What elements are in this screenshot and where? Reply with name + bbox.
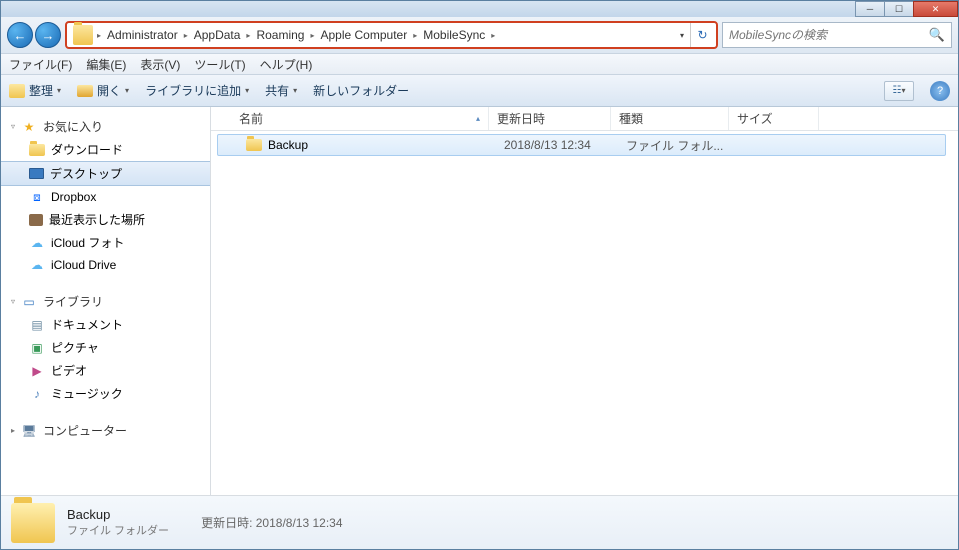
menu-bar: ファイル(F) 編集(E) 表示(V) ツール(T) ヘルプ(H) (1, 53, 958, 75)
details-modified: 更新日時: 2018/8/13 12:34 (201, 514, 342, 531)
menu-file[interactable]: ファイル(F) (9, 56, 72, 73)
breadcrumb[interactable]: MobileSync (417, 28, 491, 42)
folder-icon (246, 139, 262, 151)
libraries-header[interactable]: ▿ ▭ ライブラリ (1, 290, 210, 313)
computer-icon: 🖥 (21, 423, 37, 439)
dropbox-icon: ⧈ (29, 189, 45, 205)
file-row[interactable]: Backup 2018/8/13 12:34 ファイル フォル... (217, 134, 946, 156)
column-date[interactable]: 更新日時 (489, 107, 611, 130)
recent-icon (29, 214, 43, 226)
cloud-drive-icon: ☁ (29, 257, 45, 273)
file-date: 2018/8/13 12:34 (496, 138, 618, 152)
column-headers: 名前▴ 更新日時 種類 サイズ (211, 107, 958, 131)
star-icon: ★ (21, 119, 37, 135)
organize-icon (9, 84, 25, 98)
search-box[interactable]: 🔍 (722, 22, 952, 48)
computer-header[interactable]: ▸ 🖥 コンピューター (1, 419, 210, 442)
organize-button[interactable]: 整理 (9, 82, 61, 99)
sidebar-item-recent[interactable]: 最近表示した場所 (1, 208, 210, 231)
toolbar: 整理 開く ライブラリに追加 共有 新しいフォルダー ☷ ? (1, 75, 958, 107)
sidebar-item-dropbox[interactable]: ⧈Dropbox (1, 186, 210, 208)
picture-icon: ▣ (29, 340, 45, 356)
navigation-bar: ← → ▸ Administrator ▸ AppData ▸ Roaming … (1, 17, 958, 53)
column-size[interactable]: サイズ (729, 107, 819, 130)
open-button[interactable]: 開く (77, 82, 129, 99)
titlebar: ─ ☐ ✕ (1, 1, 958, 17)
minimize-button[interactable]: ─ (855, 1, 885, 17)
help-button[interactable]: ? (930, 81, 950, 101)
expand-icon: ▸ (11, 426, 15, 435)
search-icon[interactable]: 🔍 (929, 27, 945, 43)
expand-icon: ▿ (11, 122, 15, 131)
breadcrumb[interactable]: AppData (188, 28, 247, 42)
back-button[interactable]: ← (7, 22, 33, 48)
music-icon: ♪ (29, 386, 45, 402)
address-bar[interactable]: ▸ Administrator ▸ AppData ▸ Roaming ▸ Ap… (65, 21, 718, 49)
sidebar-item-downloads[interactable]: ダウンロード (1, 138, 210, 161)
menu-help[interactable]: ヘルプ(H) (260, 56, 313, 73)
folder-icon (11, 503, 55, 543)
menu-edit[interactable]: 編集(E) (86, 56, 126, 73)
menu-tools[interactable]: ツール(T) (194, 56, 245, 73)
search-input[interactable] (729, 28, 929, 42)
breadcrumb[interactable]: Apple Computer (314, 28, 413, 42)
sidebar-item-music[interactable]: ♪ミュージック (1, 382, 210, 405)
details-type: ファイル フォルダー (67, 522, 169, 538)
sidebar-item-desktop[interactable]: デスクトップ (1, 161, 210, 186)
file-type: ファイル フォル... (618, 137, 736, 154)
favorites-header[interactable]: ▿ ★ お気に入り (1, 115, 210, 138)
sidebar-item-icloud-drive[interactable]: ☁iCloud Drive (1, 254, 210, 276)
content-area: ▿ ★ お気に入り ダウンロード デスクトップ ⧈Dropbox 最近表示した場… (1, 107, 958, 495)
file-name: Backup (268, 138, 308, 152)
folder-icon (73, 25, 93, 45)
sort-asc-icon: ▴ (476, 114, 480, 123)
document-icon: ▤ (29, 317, 45, 333)
refresh-button[interactable]: ↻ (690, 23, 714, 47)
desktop-icon (29, 168, 44, 179)
open-icon (77, 85, 93, 97)
sidebar-item-videos[interactable]: ▶ビデオ (1, 359, 210, 382)
sidebar-item-pictures[interactable]: ▣ピクチャ (1, 336, 210, 359)
view-options-button[interactable]: ☷ (884, 81, 914, 101)
library-icon: ▭ (21, 294, 37, 310)
share-button[interactable]: 共有 (265, 82, 297, 99)
dropdown-icon[interactable]: ▾ (674, 31, 690, 40)
navigation-pane: ▿ ★ お気に入り ダウンロード デスクトップ ⧈Dropbox 最近表示した場… (1, 107, 211, 495)
chevron-right-icon: ▸ (491, 31, 495, 40)
video-icon: ▶ (29, 363, 45, 379)
download-icon (29, 144, 45, 156)
expand-icon: ▿ (11, 297, 15, 306)
file-pane: 名前▴ 更新日時 種類 サイズ Backup 2018/8/13 12:34 フ… (211, 107, 958, 495)
new-folder-button[interactable]: 新しいフォルダー (313, 82, 409, 99)
breadcrumb[interactable]: Roaming (250, 28, 310, 42)
maximize-button[interactable]: ☐ (884, 1, 914, 17)
file-list: Backup 2018/8/13 12:34 ファイル フォル... (211, 131, 958, 495)
sidebar-item-icloud-photo[interactable]: ☁iCloud フォト (1, 231, 210, 254)
column-type[interactable]: 種類 (611, 107, 729, 130)
close-button[interactable]: ✕ (913, 1, 958, 17)
forward-button[interactable]: → (35, 22, 61, 48)
column-name[interactable]: 名前▴ (231, 107, 489, 130)
explorer-window: ─ ☐ ✕ ← → ▸ Administrator ▸ AppData ▸ Ro… (0, 0, 959, 550)
details-name: Backup (67, 507, 169, 522)
sidebar-item-documents[interactable]: ▤ドキュメント (1, 313, 210, 336)
cloud-photo-icon: ☁ (29, 235, 45, 251)
add-to-library-button[interactable]: ライブラリに追加 (145, 82, 249, 99)
breadcrumb[interactable]: Administrator (101, 28, 184, 42)
menu-view[interactable]: 表示(V) (140, 56, 180, 73)
details-pane: Backup ファイル フォルダー 更新日時: 2018/8/13 12:34 (1, 495, 958, 549)
